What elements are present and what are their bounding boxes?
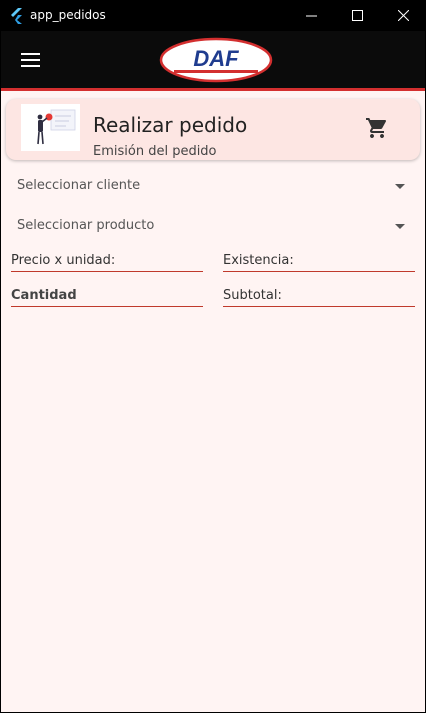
daf-logo: DAF	[159, 37, 273, 83]
presenter-illustration	[21, 104, 80, 151]
window-titlebar: app_pedidos	[0, 0, 426, 31]
price-label: Precio x unidad:	[11, 253, 116, 268]
client-select-label: Seleccionar cliente	[17, 178, 141, 193]
subtotal-label: Subtotal:	[223, 288, 282, 303]
hamburger-menu-icon[interactable]	[21, 53, 40, 67]
app-bar: DAF	[1, 31, 425, 88]
minimize-icon	[305, 15, 317, 17]
header-card: Realizar pedido Emisión del pedido	[6, 99, 420, 160]
stock-label: Existencia:	[223, 253, 294, 268]
product-select[interactable]: Seleccionar producto	[17, 216, 405, 238]
quantity-field[interactable]: Cantidad	[11, 288, 203, 307]
product-select-label: Seleccionar producto	[17, 218, 155, 233]
stock-field[interactable]: Existencia:	[223, 253, 415, 272]
page-subtitle: Emisión del pedido	[93, 144, 217, 159]
chevron-down-icon	[395, 224, 405, 229]
close-button[interactable]	[380, 0, 426, 31]
price-field[interactable]: Precio x unidad:	[11, 253, 203, 272]
flutter-icon	[11, 8, 22, 24]
maximize-button[interactable]	[334, 0, 380, 31]
chevron-down-icon	[395, 184, 405, 189]
maximize-icon	[351, 10, 363, 21]
shopping-cart-icon[interactable]	[365, 116, 389, 140]
page-title: Realizar pedido	[93, 113, 248, 137]
window-title: app_pedidos	[30, 8, 106, 22]
client-select[interactable]: Seleccionar cliente	[17, 176, 405, 198]
quantity-label: Cantidad	[11, 288, 77, 303]
close-icon	[397, 10, 409, 21]
svg-text:DAF: DAF	[193, 46, 239, 71]
main-content: Realizar pedido Emisión del pedido Selec…	[1, 91, 425, 712]
minimize-button[interactable]	[288, 0, 334, 31]
subtotal-field[interactable]: Subtotal:	[223, 288, 415, 307]
